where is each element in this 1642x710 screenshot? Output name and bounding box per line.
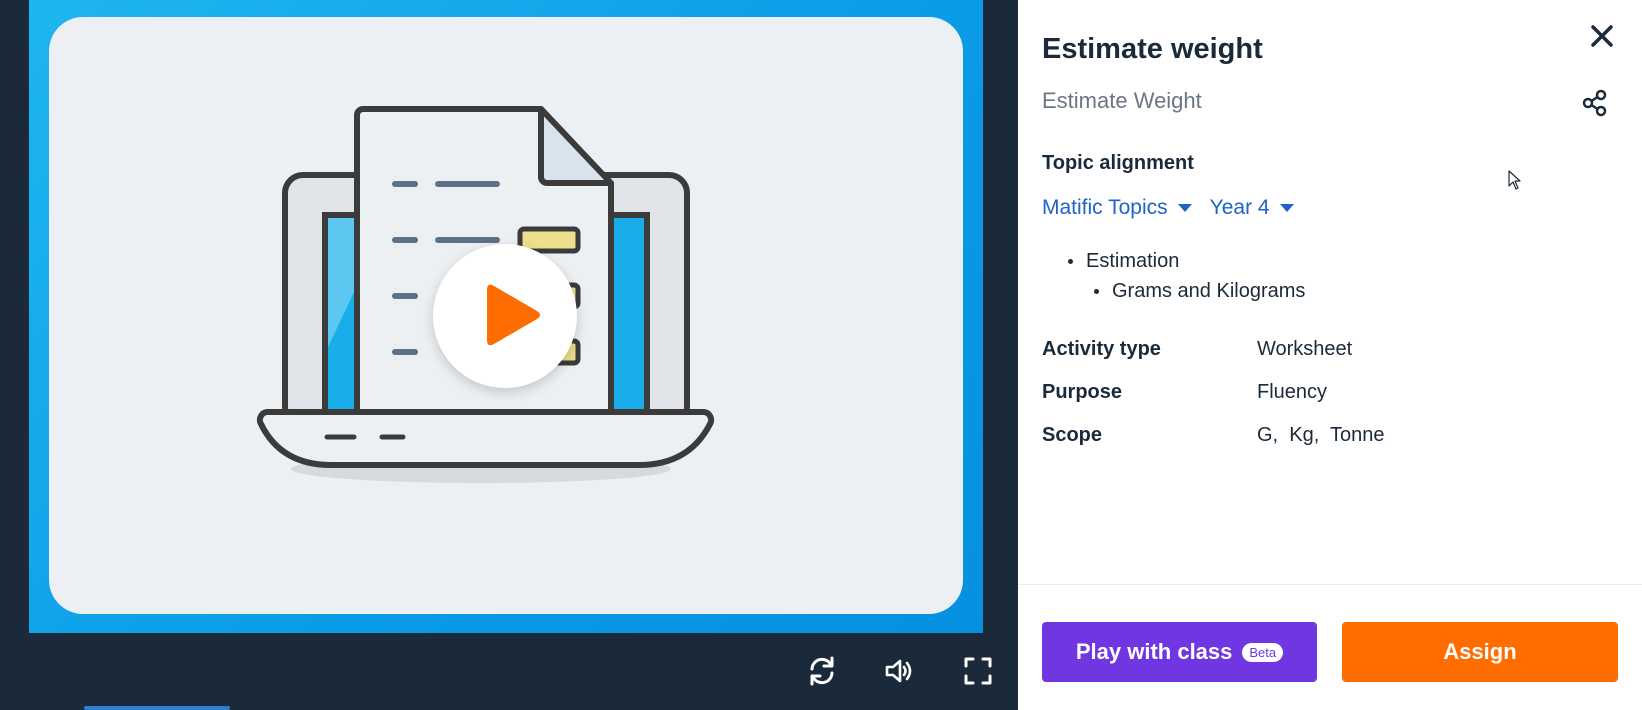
play-video-button[interactable] (433, 244, 577, 388)
topic-alignment-heading: Topic alignment (1042, 152, 1194, 174)
close-button[interactable] (1588, 22, 1616, 50)
fullscreen-button[interactable] (960, 653, 996, 689)
subtopic-item: Grams and Kilograms (1092, 276, 1305, 306)
curriculum-dropdown[interactable]: Matific Topics (1042, 196, 1192, 220)
topic-filters: Matific Topics Year 4 (1042, 196, 1294, 220)
activity-details-panel: Estimate weight Estimate Weight Topic al… (1018, 0, 1642, 710)
video-preview[interactable] (49, 17, 963, 614)
background-tab-indicator (84, 706, 230, 710)
detail-row: Purpose Fluency (1042, 379, 1385, 422)
detail-row: Scope G, Kg, Tonne (1042, 422, 1385, 465)
player-controls (0, 633, 1018, 710)
detail-row: Activity type Worksheet (1042, 336, 1385, 379)
play-with-class-label: Play with class (1075, 639, 1233, 664)
share-icon (1582, 89, 1607, 117)
play-with-class-button[interactable]: Play with class Beta (1042, 622, 1317, 682)
activity-subtitle: Estimate Weight (1042, 88, 1202, 113)
assign-label: Assign (1443, 639, 1517, 664)
restart-icon (810, 656, 834, 686)
detail-label: Activity type (1042, 338, 1161, 360)
curriculum-dropdown-label: Matific Topics (1042, 196, 1168, 219)
year-dropdown[interactable]: Year 4 (1210, 196, 1294, 220)
video-panel (0, 0, 1018, 710)
chevron-down-icon (1177, 204, 1192, 212)
volume-icon (885, 659, 912, 683)
play-icon (487, 284, 540, 346)
detail-value: Fluency (1257, 381, 1328, 403)
chevron-down-icon (1279, 204, 1294, 212)
mouse-cursor-icon (1508, 170, 1521, 190)
detail-value: Worksheet (1257, 338, 1353, 360)
activity-details: Activity type Worksheet Purpose Fluency … (1042, 336, 1385, 465)
restart-button[interactable] (804, 653, 840, 689)
topic-list: Estimation Grams and Kilograms (1066, 246, 1305, 306)
close-icon (1591, 25, 1613, 47)
activity-title: Estimate weight (1042, 33, 1263, 65)
footer-divider (1018, 584, 1642, 585)
assign-button[interactable]: Assign (1342, 622, 1618, 682)
detail-value: G, Kg, Tonne (1257, 424, 1385, 446)
video-frame (29, 0, 983, 633)
detail-label: Scope (1042, 424, 1103, 446)
topic-item: Estimation (1066, 246, 1305, 276)
share-button[interactable] (1580, 88, 1610, 118)
detail-label: Purpose (1042, 381, 1123, 403)
year-dropdown-label: Year 4 (1209, 196, 1270, 219)
fullscreen-icon (964, 657, 992, 685)
volume-button[interactable] (882, 653, 918, 689)
beta-badge: Beta (1242, 642, 1284, 662)
